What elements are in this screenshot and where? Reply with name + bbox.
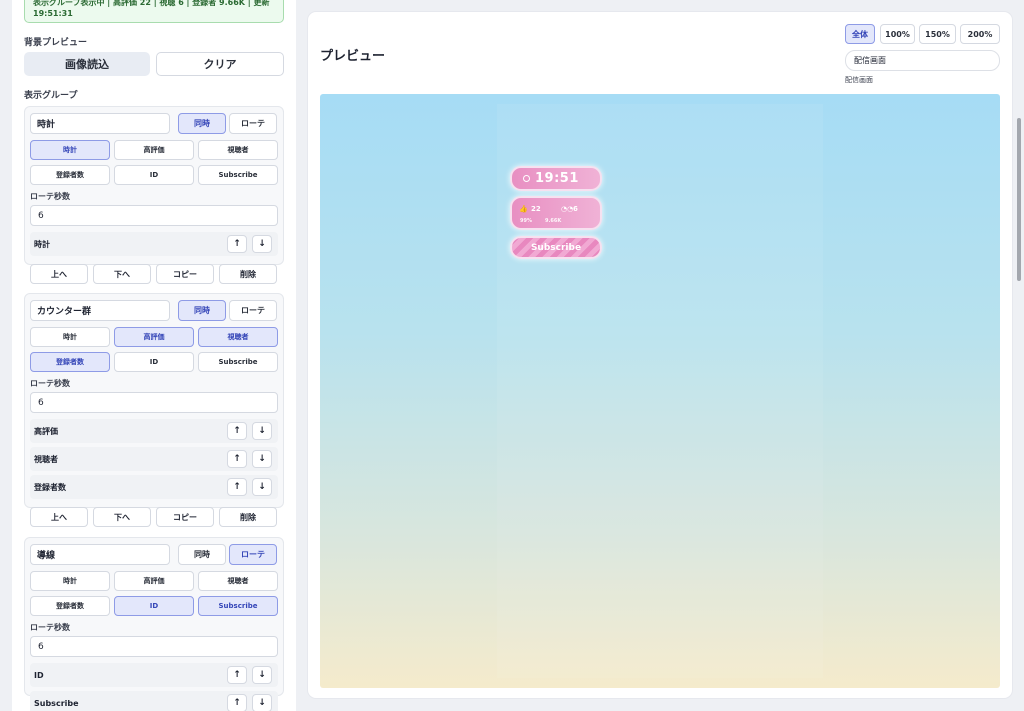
display-groups-label: 表示グループ: [24, 91, 78, 101]
scene-caption: 配信画面: [845, 76, 873, 84]
source-chip-4[interactable]: 登録者数: [30, 352, 110, 372]
overlay-counter-widget: 👍 22 ◔◔ 6 99% 9.66K: [510, 196, 602, 230]
order-row-label: Subscribe: [34, 698, 79, 708]
move-down-icon[interactable]: ↓: [252, 478, 272, 496]
overlay-likes-value: 22: [531, 205, 541, 213]
group-card-1: 時計 同時 ローテ 時計 高評価 視聴者 登録者数 ID Subscribe ローテ秒数 6 時計 ↑ ↓…: [24, 106, 284, 284]
page-scrollbar[interactable]: [1017, 118, 1021, 281]
source-chip-6[interactable]: Subscribe: [198, 352, 278, 372]
order-row: 高評価 ↑ ↓: [30, 419, 278, 443]
rotation-seconds-label: ローテ秒数: [30, 379, 70, 388]
overlay-clock-time: 19:51: [535, 171, 579, 186]
group-name-input[interactable]: 時計: [30, 113, 170, 134]
mode-simultaneous-button[interactable]: 同時: [178, 300, 226, 321]
overlay-likes-label: 99%: [520, 218, 532, 224]
status-updated-time: 19:51:31: [33, 9, 73, 18]
clock-icon: [523, 175, 530, 182]
copy-group-button[interactable]: コピー: [156, 264, 214, 284]
rotation-seconds-label: ローテ秒数: [30, 192, 70, 201]
load-image-button[interactable]: 画像読込: [24, 52, 150, 76]
zoom-option-4[interactable]: 200%: [960, 24, 1000, 44]
source-chip-6[interactable]: Subscribe: [198, 596, 278, 616]
mode-simultaneous-button[interactable]: 同時: [178, 113, 226, 134]
order-row-label: ID: [34, 670, 44, 680]
source-chip-6[interactable]: Subscribe: [198, 165, 278, 185]
order-row-label: 高評価: [34, 426, 58, 436]
source-chip-5[interactable]: ID: [114, 596, 194, 616]
move-down-icon[interactable]: ↓: [252, 666, 272, 684]
group-card-2: カウンター群 同時 ローテ 時計 高評価 視聴者 登録者数 ID Subscribe ローテ秒数 6…: [24, 293, 284, 527]
source-chip-2[interactable]: 高評価: [114, 571, 194, 591]
zoom-option-2[interactable]: 100%: [880, 24, 915, 44]
source-chip-2[interactable]: 高評価: [114, 140, 194, 160]
copy-group-button[interactable]: コピー: [156, 507, 214, 527]
move-down-icon[interactable]: ↓: [252, 450, 272, 468]
move-up-icon[interactable]: ↑: [227, 235, 247, 253]
group-name-input[interactable]: 導線: [30, 544, 170, 565]
move-down-icon[interactable]: ↓: [252, 235, 272, 253]
clear-image-button[interactable]: クリア: [156, 52, 284, 76]
source-chip-3[interactable]: 視聴者: [198, 571, 278, 591]
rotation-seconds-label: ローテ秒数: [30, 623, 70, 632]
order-row-label: 視聴者: [34, 454, 58, 464]
order-row-label: 登録者数: [34, 482, 66, 492]
overlay-viewers-value: 6: [573, 205, 578, 213]
zoom-option-1[interactable]: 全体: [845, 24, 875, 44]
move-group-down-button[interactable]: 下へ: [93, 507, 151, 527]
rotation-seconds-input[interactable]: 6: [30, 392, 278, 413]
thumb-up-icon: 👍: [519, 205, 528, 213]
delete-group-button[interactable]: 削除: [219, 264, 277, 284]
order-row: 時計 ↑ ↓: [30, 232, 278, 256]
preview-title: プレビュー: [320, 49, 386, 64]
mode-rotate-button[interactable]: ローテ: [229, 544, 277, 565]
preview-panel: プレビュー 全体 100% 150% 200% 配信画面 配信画面 19:51 👍 2…: [308, 12, 1012, 698]
source-chip-4[interactable]: 登録者数: [30, 165, 110, 185]
overlay-subscribers-label: 9.66K: [545, 218, 562, 224]
order-row: 視聴者 ↑ ↓: [30, 447, 278, 471]
settings-sidebar: 表示グループ表示中 | 高評価 22 | 視聴 6 | 登録者 9.66K | …: [12, 0, 296, 711]
move-up-icon[interactable]: ↑: [227, 450, 247, 468]
move-up-icon[interactable]: ↑: [227, 422, 247, 440]
order-row-label: 時計: [34, 239, 50, 249]
eye-icon: ◔◔: [561, 205, 574, 213]
mode-simultaneous-button[interactable]: 同時: [178, 544, 226, 565]
source-chip-5[interactable]: ID: [114, 165, 194, 185]
source-chip-1[interactable]: 時計: [30, 327, 110, 347]
source-chip-3[interactable]: 視聴者: [198, 140, 278, 160]
order-row: Subscribe ↑ ↓: [30, 691, 278, 711]
zoom-option-3[interactable]: 150%: [919, 24, 956, 44]
move-down-icon[interactable]: ↓: [252, 422, 272, 440]
order-row: ID ↑ ↓: [30, 663, 278, 687]
overlay-subscribe-widget: Subscribe: [510, 236, 602, 259]
overlay-subscribe-text: Subscribe: [530, 242, 582, 253]
move-group-up-button[interactable]: 上へ: [30, 264, 88, 284]
move-down-icon[interactable]: ↓: [252, 694, 272, 711]
source-chip-3[interactable]: 視聴者: [198, 327, 278, 347]
background-preview-label: 背景プレビュー: [24, 38, 88, 48]
move-up-icon[interactable]: ↑: [227, 666, 247, 684]
delete-group-button[interactable]: 削除: [219, 507, 277, 527]
move-group-down-button[interactable]: 下へ: [93, 264, 151, 284]
source-chip-1[interactable]: 時計: [30, 140, 110, 160]
source-chip-1[interactable]: 時計: [30, 571, 110, 591]
mode-rotate-button[interactable]: ローテ: [229, 300, 277, 321]
overlay-clock-widget: 19:51: [510, 166, 602, 191]
mode-rotate-button[interactable]: ローテ: [229, 113, 277, 134]
group-card-3: 導線 同時 ローテ 時計 高評価 視聴者 登録者数 ID Subscribe ローテ秒数 6 ID ↑ ↓…: [24, 537, 284, 711]
move-up-icon[interactable]: ↑: [227, 478, 247, 496]
status-line: 表示グループ表示中 | 高評価 22 | 視聴 6 | 登録者 9.66K | …: [33, 0, 270, 7]
scene-select[interactable]: 配信画面: [845, 50, 1000, 71]
status-box: 表示グループ表示中 | 高評価 22 | 視聴 6 | 登録者 9.66K | …: [24, 0, 284, 23]
source-chip-4[interactable]: 登録者数: [30, 596, 110, 616]
rotation-seconds-input[interactable]: 6: [30, 205, 278, 226]
rotation-seconds-input[interactable]: 6: [30, 636, 278, 657]
move-up-icon[interactable]: ↑: [227, 694, 247, 711]
group-name-input[interactable]: カウンター群: [30, 300, 170, 321]
move-group-up-button[interactable]: 上へ: [30, 507, 88, 527]
preview-canvas: 19:51 👍 22 ◔◔ 6 99% 9.66K Subscribe: [320, 94, 1000, 688]
source-chip-5[interactable]: ID: [114, 352, 194, 372]
source-chip-2[interactable]: 高評価: [114, 327, 194, 347]
order-row: 登録者数 ↑ ↓: [30, 475, 278, 499]
